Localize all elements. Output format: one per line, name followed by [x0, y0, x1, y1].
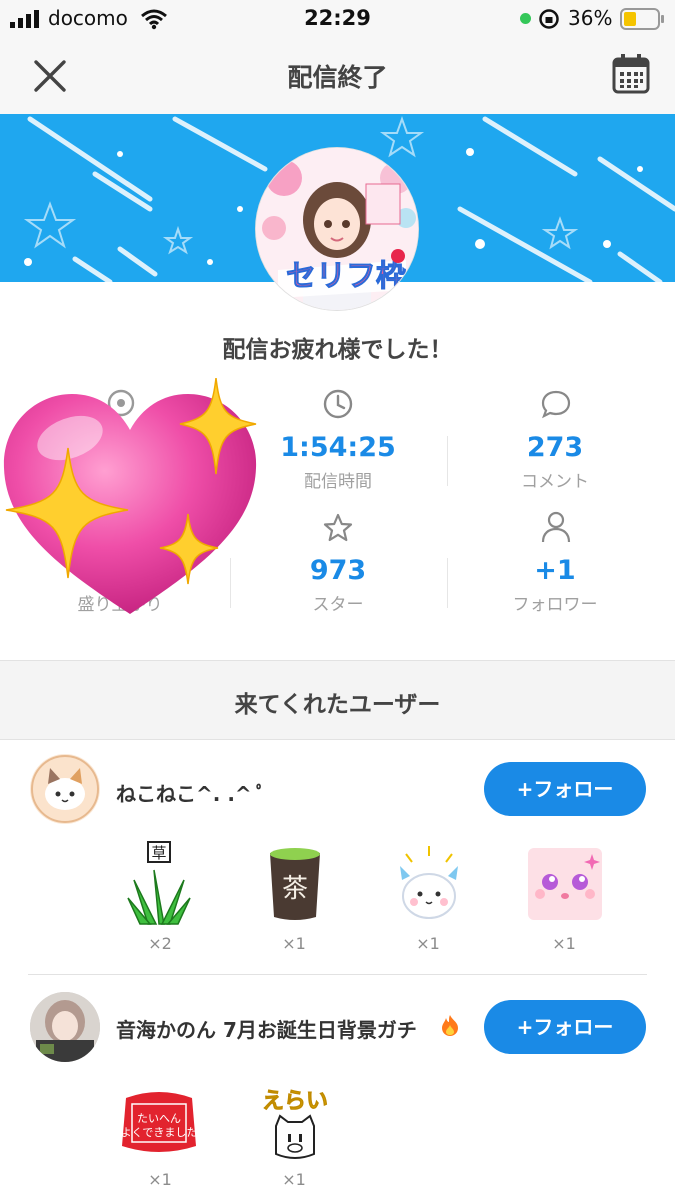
stream-end-message: 配信お疲れ様でした！	[222, 337, 453, 363]
person-icon	[541, 511, 571, 543]
avatar-illustration: セリフ枠	[256, 148, 418, 310]
svg-text:セリフ枠: セリフ枠	[286, 259, 406, 294]
erai-icon: えらい	[262, 1089, 328, 1159]
visitors-section-header: 来てくれたユーザー	[0, 660, 675, 740]
row-divider	[28, 974, 647, 975]
calendar-icon[interactable]	[612, 54, 650, 94]
user-name: 音海かのん 7月お誕生日背景ガチ	[116, 1018, 417, 1042]
star-icon	[323, 513, 353, 542]
duration-label: 配信時間	[304, 472, 372, 492]
battery-percent: 36%	[568, 6, 613, 30]
stars-value: 973	[309, 555, 367, 586]
anime-avatar-icon	[30, 992, 100, 1062]
duration-value: 1:54:25	[280, 432, 396, 463]
comments-value: 273	[526, 432, 584, 463]
cat-avatar-icon	[31, 755, 99, 823]
gift-count: ×2	[148, 934, 172, 953]
follow-button[interactable]: +フォロー	[484, 1000, 646, 1054]
visitors-section-title: 来てくれたユーザー	[234, 692, 441, 718]
sparkle-face-icon	[528, 848, 602, 920]
svg-text:茶: 茶	[282, 874, 308, 904]
cute-creature-icon	[400, 846, 458, 919]
gift-count: ×1	[148, 1170, 172, 1189]
comment-icon	[541, 390, 571, 419]
followers-label: フォロワー	[512, 595, 598, 615]
streamer-avatar[interactable]: セリフ枠	[256, 148, 418, 310]
stamp-icon: たいへん よくできました	[121, 1092, 198, 1152]
page-title: 配信終了	[287, 63, 388, 92]
stats-divider	[447, 558, 448, 608]
tea-icon: 茶	[270, 848, 320, 920]
stars-label: スター	[312, 595, 364, 615]
gift-count: ×1	[416, 934, 440, 953]
svg-text:たいへん: たいへん	[137, 1112, 181, 1125]
nav-bar: 配信終了	[0, 36, 675, 114]
gift-count: ×1	[282, 934, 306, 953]
comments-label: コメント	[521, 472, 589, 492]
svg-text:えらい: えらい	[262, 1089, 328, 1114]
rotation-lock-icon	[539, 9, 559, 29]
activity-dot	[520, 13, 531, 24]
grass-icon: 草	[127, 841, 191, 925]
svg-text:草: 草	[151, 844, 166, 862]
battery-icon	[620, 8, 664, 30]
followers-value: +1	[534, 555, 576, 586]
stats-divider	[447, 436, 448, 486]
gift-count: ×1	[282, 1170, 306, 1189]
avatar[interactable]	[30, 754, 100, 824]
user-name: ねこねこ^. .^ ﾟ	[116, 782, 267, 806]
status-bar: docomo 22:29 36%	[0, 0, 675, 36]
sparkling-heart-icon	[3, 378, 257, 614]
svg-text:よくできました: よくできました	[121, 1126, 198, 1139]
clock-icon	[323, 389, 353, 419]
follow-button[interactable]: +フォロー	[484, 762, 646, 816]
gift-count: ×1	[552, 934, 576, 953]
fire-icon	[442, 1015, 458, 1036]
avatar[interactable]	[30, 992, 100, 1062]
